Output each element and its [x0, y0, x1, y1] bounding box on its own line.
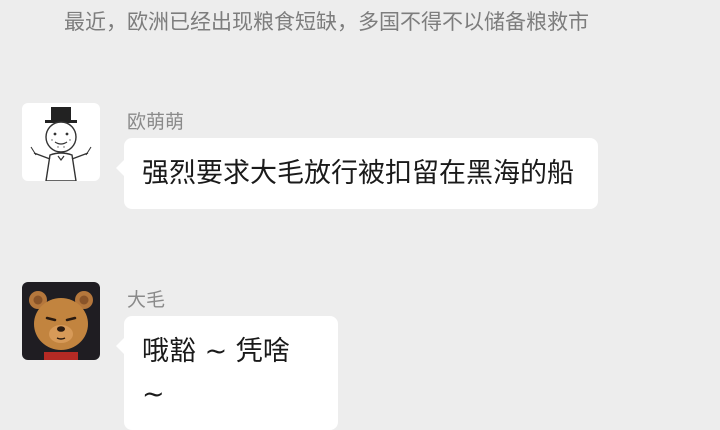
sender-name: 欧萌萌	[127, 111, 185, 133]
sender-name: 大毛	[127, 289, 166, 311]
message-bubble[interactable]: 哦豁 ~ 凭啥 ~	[116, 316, 338, 430]
message-bubble[interactable]: 强烈要求大毛放行被扣留在黑海的船	[116, 138, 598, 209]
avatar-bear-icon[interactable]	[22, 282, 100, 360]
avatar-tophat-cartoon-icon[interactable]	[22, 103, 100, 181]
previous-message-text: 最近，欧洲已经出现粮食短缺，多国不得不以储备粮救市	[64, 10, 589, 34]
